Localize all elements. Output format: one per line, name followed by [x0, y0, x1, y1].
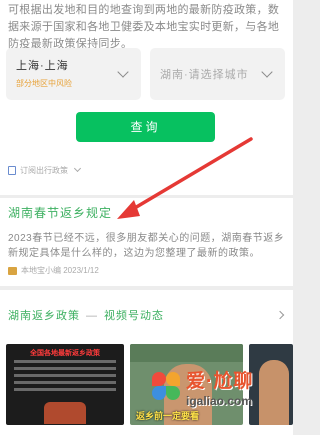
article-title[interactable]: 湖南春节返乡规定	[8, 204, 112, 221]
video-section-subtitle: 视频号动态	[104, 310, 164, 322]
chevron-right-icon[interactable]	[275, 310, 285, 320]
thumbnail-headline: 全国各地最新返乡政策	[30, 350, 100, 357]
subscribe-link[interactable]: 订阅出行政策	[8, 162, 82, 178]
video-thumbnail[interactable]: 全国各地最新返乡政策	[6, 344, 124, 425]
intro-text: 可根据出发地和目的地查询到两地的最新防疫政策，数据来源于国家和各地卫健委及本地宝…	[8, 4, 280, 50]
site-watermark: 爱·尬聊 igaliao.com	[150, 364, 293, 424]
author-icon	[8, 266, 17, 275]
risk-tag: 部分地区中风险	[16, 79, 72, 88]
chevron-down-icon	[117, 66, 129, 78]
article-author-date: 本地宝小编 2023/1/12	[21, 266, 99, 275]
video-section-main-title: 湖南返乡政策	[8, 310, 80, 322]
chevron-down-icon	[73, 164, 82, 173]
article-meta: 本地宝小编 2023/1/12	[8, 265, 99, 276]
watermark-brand: 爱·尬聊	[186, 371, 254, 392]
destination-selector[interactable]: 湖南·请选择城市	[150, 48, 285, 100]
chevron-down-icon	[261, 66, 273, 78]
destination-value: 湖南·请选择城市	[160, 69, 249, 81]
subscribe-label: 订阅出行政策	[20, 165, 68, 175]
departure-selector[interactable]: 上海·上海 部分地区中风险	[6, 48, 141, 100]
video-section-title[interactable]: 湖南返乡政策 — 视频号动态	[8, 307, 164, 323]
document-icon	[8, 165, 16, 175]
article-summary: 2023春节已经不远，很多朋友都关心的问题，湖南春节返乡新规定具体是什么样的，这…	[8, 233, 285, 259]
travel-policy-card: 可根据出发地和目的地查询到两地的最新防疫政策，数据来源于国家和各地卫健委及本地宝…	[0, 0, 293, 195]
watermark-logo-icon	[150, 370, 182, 402]
watermark-url: igaliao.com	[186, 394, 253, 408]
query-button[interactable]: 查询	[76, 112, 215, 142]
departure-value: 上海·上海	[16, 60, 69, 72]
article-card[interactable]: 湖南春节返乡规定 2023春节已经不远，很多朋友都关心的问题，湖南春节返乡新规定…	[0, 198, 293, 286]
